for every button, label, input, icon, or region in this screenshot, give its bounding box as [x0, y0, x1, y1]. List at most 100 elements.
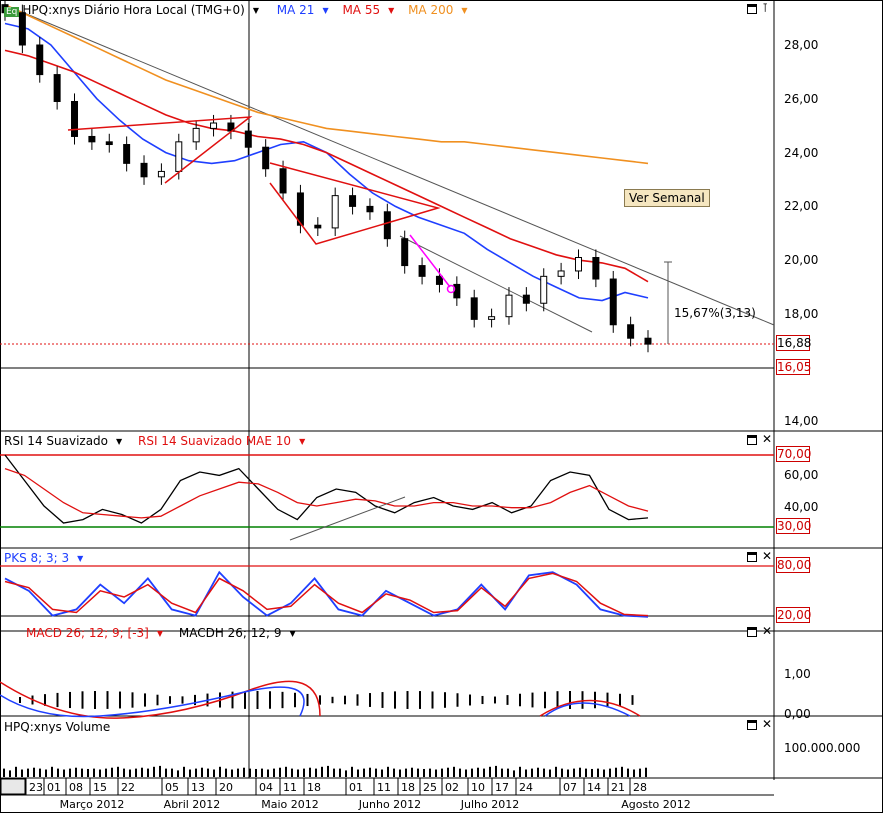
maximize-icon[interactable] — [747, 627, 757, 637]
candle-body — [522, 294, 530, 304]
month-label: Agosto 2012 — [621, 798, 691, 811]
month-label: Maio 2012 — [261, 798, 319, 811]
alert-level-badge: 16,05 — [776, 359, 812, 375]
candle-body — [105, 141, 113, 146]
candle-body — [18, 12, 26, 46]
candle-body — [262, 146, 270, 170]
macd-pane-title: MACD 26; 12; 9; [-3] ▼ MACDH 26; 12; 9 ▼ — [4, 626, 302, 640]
day-tick-label: 11 — [377, 781, 391, 794]
close-icon[interactable]: ✕ — [762, 433, 772, 445]
ma200-label[interactable]: MA 200 — [408, 3, 453, 17]
day-tick-label: 20 — [219, 781, 233, 794]
ma21-label[interactable]: MA 21 — [277, 3, 315, 17]
day-tick-label: 13 — [191, 781, 205, 794]
day-tick-label: 21 — [611, 781, 625, 794]
candle-body — [53, 74, 61, 102]
close-icon[interactable]: ✕ — [762, 718, 772, 730]
rsi-tick-40: 40,00 — [784, 500, 819, 514]
symbol-label[interactable]: HPQ:xnys Diário Hora Local (TMG+0) — [22, 3, 244, 17]
volume-pane-title: HPQ:xnys Volume — [4, 720, 116, 734]
price-tick-20: 20,00 — [784, 253, 819, 267]
candle-body — [140, 162, 148, 178]
volume-label[interactable]: HPQ:xnys Volume — [4, 720, 110, 734]
chevron-down-icon[interactable]: ▼ — [253, 6, 259, 15]
candle-body — [314, 224, 322, 229]
candle-body — [192, 127, 200, 143]
candle-body — [157, 170, 165, 178]
rsi-level-30: 30,00 — [776, 518, 812, 534]
pks-label[interactable]: PKS 8; 3; 3 — [4, 551, 69, 565]
maximize-icon[interactable] — [747, 4, 757, 14]
candle-body — [488, 316, 496, 320]
candle-body — [470, 297, 478, 320]
close-icon[interactable]: ✕ — [762, 625, 772, 637]
chevron-down-icon[interactable]: ▼ — [388, 6, 394, 15]
rsi-mae-label[interactable]: RSI 14 Suavizado MAE 10 — [138, 434, 291, 448]
day-tick-label: 14 — [587, 781, 601, 794]
chevron-down-icon[interactable]: ▼ — [461, 6, 467, 15]
candle-body — [88, 135, 96, 143]
price-tick-22: 22,00 — [784, 199, 819, 213]
rsi-pane — [0, 454, 774, 541]
candle-body — [401, 238, 409, 267]
chevron-down-icon[interactable]: ▼ — [157, 629, 163, 638]
price-pane — [0, 0, 775, 353]
day-tick-label: 28 — [633, 781, 647, 794]
day-tick-label: 01 — [349, 781, 363, 794]
candle-body — [435, 275, 443, 285]
day-tick-label: 04 — [259, 781, 273, 794]
chevron-down-icon[interactable]: ▼ — [77, 554, 83, 563]
price-tick-28: 28,00 — [784, 38, 819, 52]
pks-level-20: 20,00 — [776, 607, 812, 623]
day-tick-label: 02 — [445, 781, 459, 794]
day-tick-label: 05 — [165, 781, 179, 794]
candle-body — [592, 257, 600, 280]
maximize-icon[interactable] — [747, 552, 757, 562]
rsi-label[interactable]: RSI 14 Suavizado — [4, 434, 108, 448]
eq-badge[interactable]: Eq — [4, 7, 20, 17]
close-icon[interactable]: ✕ — [762, 550, 772, 562]
chevron-down-icon[interactable]: ▼ — [299, 437, 305, 446]
rsi-level-70: 70,00 — [776, 446, 812, 462]
candle-body — [609, 278, 617, 326]
pin-icon[interactable]: ⊺ — [762, 2, 768, 14]
macd-pane — [0, 680, 641, 719]
chart-canvas: 2012230108152205132004111801111825021017… — [0, 0, 883, 813]
day-tick-label: 18 — [307, 781, 321, 794]
day-tick-label: 25 — [423, 781, 437, 794]
candle-body — [123, 144, 131, 164]
volume-pane — [3, 765, 647, 777]
candle-body — [383, 211, 391, 240]
outer-frame — [0, 0, 883, 813]
candle-body — [557, 270, 565, 277]
pks-d-line — [4, 572, 649, 617]
month-label: Julho 2012 — [460, 798, 519, 811]
trend-line-lower — [399, 235, 593, 333]
maximize-icon[interactable] — [747, 435, 757, 445]
day-tick-label: 17 — [495, 781, 509, 794]
month-label: Junho 2012 — [358, 798, 421, 811]
macdh-label[interactable]: MACDH 26; 12; 9 — [179, 626, 282, 640]
chevron-down-icon[interactable]: ▼ — [322, 6, 328, 15]
macd-label[interactable]: MACD 26; 12; 9; [-3] — [26, 626, 149, 640]
month-label: Abril 2012 — [164, 798, 221, 811]
price-tick-14: 14,00 — [784, 414, 819, 428]
volume-tick: 100.000.000 — [784, 741, 861, 755]
chevron-down-icon[interactable]: ▼ — [116, 437, 122, 446]
candle-body — [279, 168, 287, 194]
rsi-pane-title: RSI 14 Suavizado ▼ RSI 14 Suavizado MAE 1… — [4, 434, 311, 448]
maximize-icon[interactable] — [747, 720, 757, 730]
price-tick-18: 18,00 — [784, 307, 819, 321]
trend-line — [4, 4, 775, 326]
candle-body — [453, 283, 461, 299]
pks-pane-title: PKS 8; 3; 3 ▼ — [4, 551, 89, 565]
month-label: Março 2012 — [60, 798, 125, 811]
ver-semanal-button[interactable]: Ver Semanal — [624, 189, 710, 207]
day-tick-label: 01 — [47, 781, 61, 794]
chevron-down-icon[interactable]: ▼ — [290, 629, 296, 638]
macd-tick-0: 0,00 — [784, 707, 811, 721]
ma55-label[interactable]: MA 55 — [342, 3, 380, 17]
day-tick-label: 24 — [519, 781, 533, 794]
rsi-tick-60: 60,00 — [784, 468, 819, 482]
candle-body — [366, 205, 374, 213]
